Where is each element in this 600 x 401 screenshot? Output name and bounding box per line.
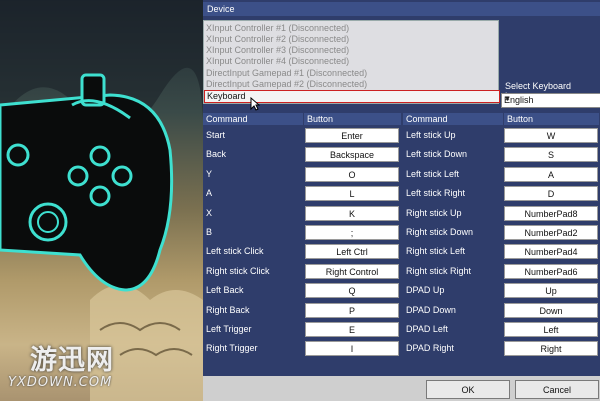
command-label: Y bbox=[206, 169, 213, 179]
key-binding-field[interactable]: W bbox=[504, 128, 598, 143]
controller-artwork: 游迅网 YXDOWN.COM bbox=[0, 0, 203, 401]
command-label: DPAD Left bbox=[406, 324, 448, 334]
key-binding-field[interactable]: O bbox=[305, 167, 399, 182]
command-label: X bbox=[206, 208, 213, 218]
command-label: DPAD Down bbox=[406, 305, 456, 315]
column-header-button: Button bbox=[504, 113, 599, 125]
key-binding-field[interactable]: D bbox=[504, 186, 598, 201]
key-binding-field[interactable]: Left bbox=[504, 322, 598, 337]
key-binding-field[interactable]: NumberPad2 bbox=[504, 225, 598, 240]
command-label: Start bbox=[206, 130, 226, 140]
device-item-keyboard[interactable]: Keyboard bbox=[204, 90, 500, 103]
command-label: Right stick Left bbox=[406, 246, 466, 256]
command-label: B bbox=[206, 227, 213, 237]
column-header-command: Command bbox=[403, 113, 503, 125]
device-item[interactable]: XInput Controller #4 (Disconnected) bbox=[206, 56, 349, 67]
command-label: Right stick Click bbox=[206, 266, 270, 276]
command-label: Left stick Down bbox=[406, 149, 468, 159]
key-binding-field[interactable]: NumberPad6 bbox=[504, 264, 598, 279]
device-item[interactable]: XInput Controller #3 (Disconnected) bbox=[206, 45, 349, 56]
ok-button[interactable]: OK bbox=[426, 380, 510, 399]
column-header-command: Command bbox=[203, 113, 303, 125]
column-header-button: Button bbox=[304, 113, 401, 125]
command-label: Right Back bbox=[206, 305, 250, 315]
key-binding-field[interactable]: NumberPad4 bbox=[504, 244, 598, 259]
command-label: Right stick Down bbox=[406, 227, 474, 237]
key-binding-field[interactable]: Left Ctrl bbox=[305, 244, 399, 259]
key-binding-field[interactable]: Enter bbox=[305, 128, 399, 143]
key-binding-field[interactable]: Up bbox=[504, 283, 598, 298]
command-label: Left stick Up bbox=[406, 130, 456, 140]
command-label: DPAD Up bbox=[406, 285, 445, 295]
command-label: DPAD Right bbox=[406, 343, 454, 353]
command-label: Right stick Right bbox=[406, 266, 472, 276]
command-label: Left stick Left bbox=[406, 169, 460, 179]
device-item[interactable]: DirectInput Gamepad #2 (Disconnected) bbox=[206, 79, 367, 90]
command-label: Right stick Up bbox=[406, 208, 462, 218]
key-binding-field[interactable]: I bbox=[305, 341, 399, 356]
key-binding-field[interactable]: Right bbox=[504, 341, 598, 356]
command-label: Right Trigger bbox=[206, 343, 258, 353]
chevron-down-icon[interactable]: ▼ bbox=[504, 96, 597, 103]
key-binding-field[interactable]: Right Control bbox=[305, 264, 399, 279]
watermark-logo: 游迅网 bbox=[30, 345, 114, 376]
key-binding-field[interactable]: S bbox=[504, 147, 598, 162]
device-item[interactable]: XInput Controller #1 (Disconnected) bbox=[206, 23, 349, 34]
key-binding-field[interactable]: ; bbox=[305, 225, 399, 240]
device-item[interactable]: XInput Controller #2 (Disconnected) bbox=[206, 34, 349, 45]
key-binding-field[interactable]: A bbox=[504, 167, 598, 182]
command-label: A bbox=[206, 188, 213, 198]
command-label: Left Back bbox=[206, 285, 244, 295]
key-binding-field[interactable]: Down bbox=[504, 303, 598, 318]
key-binding-field[interactable]: Backspace bbox=[305, 147, 399, 162]
keyboard-layout-select[interactable]: English ▼ bbox=[501, 93, 600, 108]
cancel-button[interactable]: Cancel bbox=[515, 380, 599, 399]
device-list[interactable]: XInput Controller #1 (Disconnected) XInp… bbox=[203, 20, 500, 104]
key-binding-field[interactable]: P bbox=[305, 303, 399, 318]
key-binding-field[interactable]: Q bbox=[305, 283, 399, 298]
key-binding-field[interactable]: L bbox=[305, 186, 399, 201]
command-label: Left Trigger bbox=[206, 324, 252, 334]
key-binding-field[interactable]: K bbox=[305, 206, 399, 221]
command-label: Left stick Right bbox=[406, 188, 466, 198]
key-binding-field[interactable]: E bbox=[305, 322, 399, 337]
command-label: Back bbox=[206, 149, 227, 159]
mouse-cursor-icon bbox=[250, 97, 260, 111]
device-header: Device bbox=[203, 2, 600, 16]
watermark-url: YXDOWN.COM bbox=[8, 375, 113, 390]
key-binding-field[interactable]: NumberPad8 bbox=[504, 206, 598, 221]
command-label: Left stick Click bbox=[206, 246, 264, 256]
device-item[interactable]: DirectInput Gamepad #1 (Disconnected) bbox=[206, 68, 367, 79]
